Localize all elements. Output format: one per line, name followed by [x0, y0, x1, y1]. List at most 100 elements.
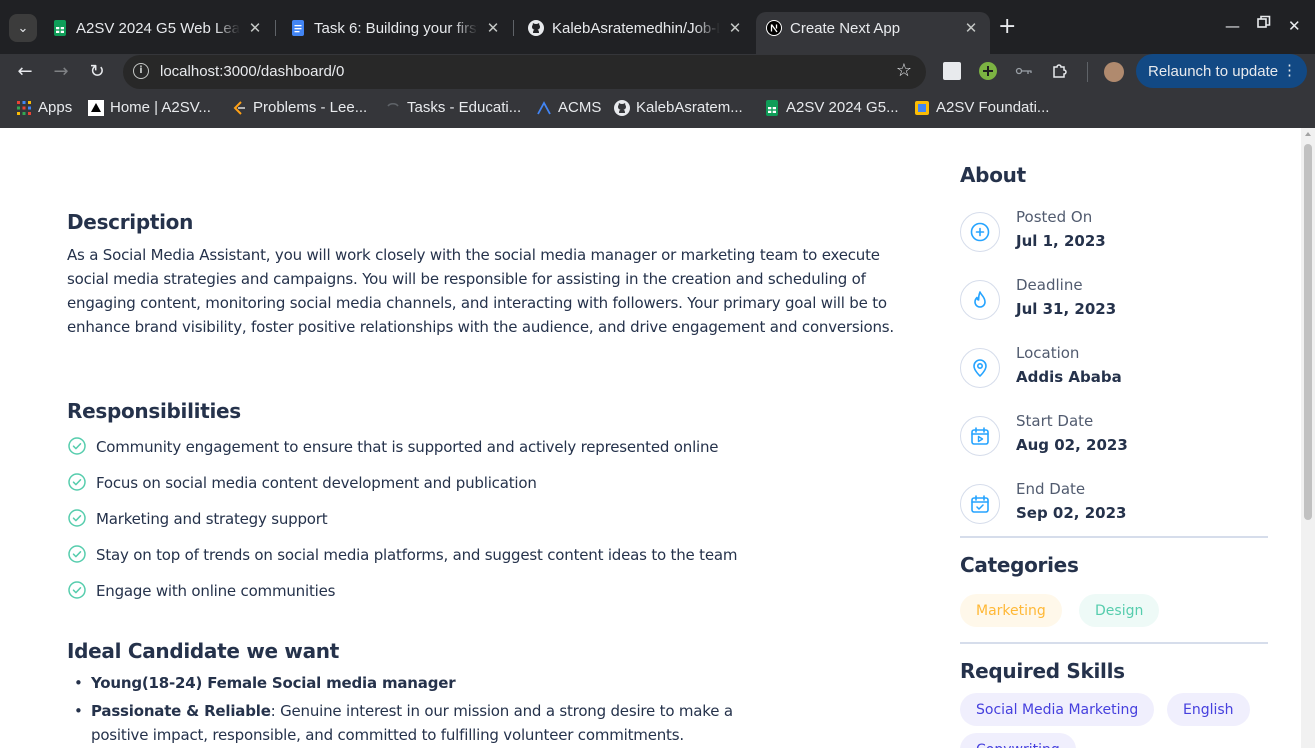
bookmark-label: KalebAsratem... [636, 99, 743, 116]
about-posted-on: Posted On Jul 1, 2023 [960, 208, 1268, 268]
bookmark-item[interactable]: ACMS [536, 99, 601, 116]
extensions-puzzle-icon[interactable] [1051, 62, 1069, 80]
about-label: Start Date [1016, 412, 1094, 430]
back-arrow-icon[interactable]: ← [13, 60, 37, 84]
browser-tab[interactable]: Task 6: Building your first Next.js App … [280, 12, 512, 44]
bookmark-label: A2SV Foundati... [936, 99, 1050, 116]
url-text[interactable]: localhost:3000/dashboard/0 [160, 63, 344, 80]
about-start-date: Start Date Aug 02, 2023 [960, 412, 1268, 472]
about-value: Addis Ababa [1016, 368, 1122, 386]
list-item: Community engagement to ensure that is s… [67, 435, 737, 471]
close-tab-icon[interactable]: ✕ [484, 19, 502, 37]
check-circle-icon [68, 509, 86, 527]
tasks-icon [385, 100, 401, 116]
responsibility-text: Community engagement to ensure that is s… [96, 438, 719, 456]
list-item: Marketing and strategy support [67, 507, 737, 543]
list-item: • Passionate & Reliable: Genuine interes… [74, 702, 733, 744]
close-tab-icon[interactable]: ✕ [246, 19, 264, 37]
required-skills-heading: Required Skills [960, 659, 1125, 683]
tab-search-button[interactable]: ⌄ [9, 14, 37, 42]
sheets-icon [52, 20, 68, 36]
list-item: Focus on social media content developmen… [67, 471, 737, 507]
bookmark-item[interactable]: A2SV Foundati... [914, 99, 1049, 116]
responsibility-text: Engage with online communities [96, 582, 336, 600]
page-scrollbar[interactable] [1301, 128, 1315, 748]
about-location: Location Addis Ababa [960, 344, 1268, 404]
leetcode-icon [231, 100, 247, 116]
site-info-icon[interactable]: i [133, 63, 149, 79]
extension-key-icon[interactable] [1015, 62, 1033, 80]
bookmark-item[interactable]: Apps [16, 99, 72, 116]
a2sv-icon [88, 99, 104, 116]
category-tag[interactable]: Design [1079, 594, 1160, 627]
browser-tab-active[interactable]: Create Next App ✕ [756, 12, 990, 54]
responsibility-text: Focus on social media content developmen… [96, 474, 537, 492]
bookmark-item[interactable]: Tasks - Educati... [385, 99, 521, 116]
address-bar[interactable]: i localhost:3000/dashboard/0 ☆ [123, 55, 926, 89]
minimize-icon[interactable]: — [1225, 17, 1240, 35]
about-label: Location [1016, 344, 1080, 362]
close-tab-icon[interactable]: ✕ [962, 19, 980, 37]
browser-tab[interactable]: KalebAsratemedhin/Job-Listing ✕ [518, 12, 754, 44]
relaunch-button[interactable]: Relaunch to update ⋮ [1136, 54, 1307, 88]
bookmark-star-icon[interactable]: ☆ [896, 60, 912, 81]
ideal-candidate-list: • Young(18-24) Female Social media manag… [67, 671, 747, 748]
ideal-candidate-heading: Ideal Candidate we want [67, 639, 339, 663]
profile-avatar[interactable] [1104, 62, 1124, 82]
fire-icon [960, 280, 1000, 320]
github-icon [614, 99, 630, 116]
location-pin-icon [960, 348, 1000, 388]
calendar-check-icon [960, 484, 1000, 524]
close-tab-icon[interactable]: ✕ [726, 19, 744, 37]
skill-tag[interactable]: Social Media Marketing [960, 693, 1155, 726]
restore-icon[interactable] [1257, 15, 1271, 33]
about-value: Aug 02, 2023 [1016, 436, 1128, 454]
check-circle-icon [68, 545, 86, 563]
responsibility-text: Marketing and strategy support [96, 510, 328, 528]
category-tag[interactable]: Marketing [960, 594, 1062, 627]
about-value: Jul 1, 2023 [1016, 232, 1106, 250]
more-menu-icon[interactable]: ⋮ [1282, 61, 1297, 79]
bookmark-item[interactable]: A2SV 2024 G5... [764, 99, 899, 116]
plus-circle-icon [960, 212, 1000, 252]
about-value: Sep 02, 2023 [1016, 504, 1127, 522]
close-window-icon[interactable]: ✕ [1288, 17, 1301, 35]
scrollbar-thumb[interactable] [1304, 144, 1312, 520]
divider [960, 536, 1268, 538]
bookmark-label: Problems - Lee... [253, 99, 368, 116]
bookmark-item[interactable]: KalebAsratem... [614, 99, 743, 116]
bookmark-label: A2SV 2024 G5... [786, 99, 899, 116]
forward-arrow-icon[interactable]: → [49, 60, 73, 84]
github-icon [528, 20, 544, 36]
bookmark-label: ACMS [558, 99, 602, 116]
relaunch-label: Relaunch to update [1148, 62, 1279, 80]
bookmark-item[interactable]: Home | A2SV... [88, 99, 211, 116]
bookmark-label: Home | A2SV... [110, 99, 211, 116]
bookmark-item[interactable]: Problems - Lee... [231, 99, 367, 116]
tab-title: A2SV 2024 G5 Web Learning [76, 19, 240, 37]
check-circle-icon [68, 473, 86, 491]
responsibilities-heading: Responsibilities [67, 399, 241, 423]
browser-tab-strip: ⌄ A2SV 2024 G5 Web Learning ✕ Task 6: Bu… [0, 0, 1315, 54]
skill-tag[interactable]: English [1167, 693, 1250, 726]
ideal-item-bold: Passionate & Reliable [91, 702, 271, 720]
ideal-item-bold: Young(18-24) Female Social media manager [91, 674, 456, 692]
bookmark-label: Apps [38, 99, 73, 116]
apps-grid-icon [16, 100, 32, 116]
docs-icon [290, 20, 306, 36]
check-circle-icon [68, 437, 86, 455]
about-label: Deadline [1016, 276, 1083, 294]
check-circle-icon [68, 581, 86, 599]
extension-icon[interactable] [943, 62, 961, 80]
reload-icon[interactable]: ↻ [85, 60, 109, 84]
new-tab-button[interactable]: + [998, 15, 1016, 39]
list-item: Stay on top of trends on social media pl… [67, 543, 737, 579]
scroll-up-icon[interactable] [1305, 132, 1311, 136]
list-item: Engage with online communities [67, 579, 737, 615]
tab-title: Create Next App [790, 19, 901, 37]
extension-plus-icon[interactable] [979, 62, 997, 80]
browser-tab[interactable]: A2SV 2024 G5 Web Learning ✕ [42, 12, 274, 44]
sheets-icon [764, 99, 780, 116]
list-item: • Young(18-24) Female Social media manag… [74, 674, 456, 692]
skill-tag[interactable]: Copywriting [960, 733, 1076, 748]
